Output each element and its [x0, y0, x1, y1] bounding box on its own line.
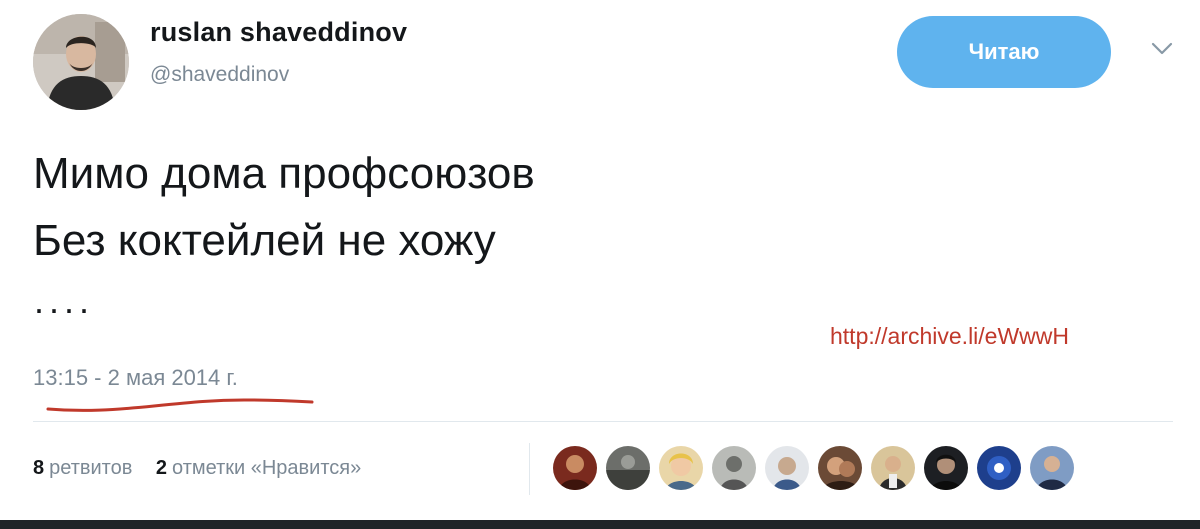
- retweets-label[interactable]: ретвитов: [49, 457, 132, 479]
- user-handle[interactable]: @shaveddinov: [150, 63, 289, 87]
- user-avatar[interactable]: [33, 14, 129, 110]
- divider: [33, 421, 1173, 422]
- tweet-ellipsis: ....: [34, 280, 95, 321]
- liker-avatar[interactable]: [659, 446, 703, 490]
- tweet-card: ruslan shaveddinov @shaveddinov Читаю Ми…: [0, 0, 1200, 520]
- likes-count[interactable]: 2: [156, 457, 167, 479]
- liker-avatar[interactable]: [871, 446, 915, 490]
- screen-bottom-bar: [0, 520, 1200, 529]
- archive-link-annotation: http://archive.li/eWwwH: [830, 323, 1070, 349]
- likes-label[interactable]: отметки «Нравится»: [172, 457, 361, 479]
- tweet-stats: 8 ретвитов 2 отметки «Нравится»: [33, 457, 379, 480]
- divider: [529, 443, 530, 495]
- red-underline-annotation: [46, 398, 314, 412]
- tweet-text-line: Мимо дома профсоюзов: [33, 149, 535, 198]
- tweet-text: Мимо дома профсоюзов Без коктейлей не хо…: [33, 140, 535, 274]
- liker-avatar[interactable]: [553, 446, 597, 490]
- liker-avatar[interactable]: [606, 446, 650, 490]
- liker-avatar[interactable]: [765, 446, 809, 490]
- liker-avatar[interactable]: [924, 446, 968, 490]
- liker-avatar[interactable]: [977, 446, 1021, 490]
- tweet-timestamp[interactable]: 13:15 - 2 мая 2014 г.: [33, 365, 238, 391]
- chevron-down-icon[interactable]: [1150, 40, 1174, 58]
- liker-avatar[interactable]: [818, 446, 862, 490]
- user-display-name[interactable]: ruslan shaveddinov: [150, 17, 407, 48]
- liker-avatar[interactable]: [712, 446, 756, 490]
- liker-avatar[interactable]: [1030, 446, 1074, 490]
- follow-button[interactable]: Читаю: [897, 16, 1111, 88]
- retweets-count[interactable]: 8: [33, 457, 44, 479]
- tweet-text-line: Без коктейлей не хожу: [33, 216, 496, 265]
